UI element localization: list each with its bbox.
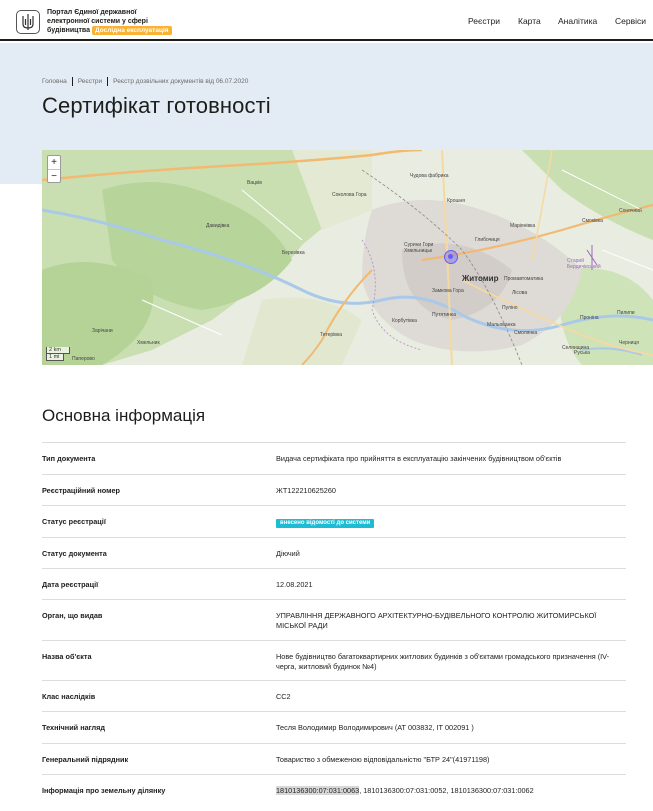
map-label: Смоківка — [582, 218, 603, 224]
info-key: Орган, що видав — [42, 611, 103, 620]
info-row-registration-number: Реєстраційний номер ЖТ122210625260 — [42, 474, 626, 505]
info-key: Реєстраційний номер — [42, 486, 121, 495]
info-key: Інформація про земельну ділянку — [42, 786, 166, 795]
portal-title-line1: Портал Єдиної державної — [47, 9, 137, 16]
map-label: Соколова Гора — [332, 192, 367, 198]
map-tiles — [42, 150, 653, 365]
info-row-document-type: Тип документа Видача сертифіката про при… — [42, 442, 626, 474]
breadcrumb: Головна Реєстри Реєстр дозвільних докуме… — [42, 77, 248, 86]
breadcrumb-current[interactable]: Реєстр дозвільних документів від 06.07.2… — [113, 78, 248, 85]
info-row-registration-date: Дата реєстрації 12.08.2021 — [42, 568, 626, 599]
info-key: Генеральний підрядник — [42, 755, 129, 764]
info-row-object-name: Назва об'єкта Нове будівництво багатоква… — [42, 640, 626, 680]
info-value: Діючий — [276, 549, 300, 558]
trident-logo-icon[interactable] — [16, 10, 40, 34]
nav-registries[interactable]: Реєстри — [468, 16, 500, 26]
info-value: 12.08.2021 — [276, 580, 313, 589]
info-key: Статус документа — [42, 549, 107, 558]
nav-services[interactable]: Сервіси — [615, 16, 646, 26]
map-label: Сурини Гори Хмельницьк — [404, 242, 434, 254]
map-label: Сонячний — [619, 208, 642, 214]
zoom-in-button[interactable]: + — [48, 156, 60, 169]
zoom-out-button[interactable]: − — [48, 169, 60, 182]
info-row-technical-supervision: Технічний нагляд Тесля Володимир Володим… — [42, 711, 626, 743]
status-badge: внесено відомості до системи — [276, 519, 375, 528]
info-value-wrap: внесено відомості до системи — [276, 517, 626, 528]
map-label: Березівка — [282, 250, 305, 256]
cadastral-numbers-rest: , 1810136300:07:031:0052, 1810136300:07:… — [359, 786, 534, 795]
info-value: Тесля Володимир Володимирович (АТ 003832… — [276, 723, 474, 732]
beta-badge: Дослідна експлуатація — [92, 26, 172, 35]
map-label: Паперово — [72, 356, 95, 362]
map-scale: 2 km 1 mi — [46, 347, 70, 361]
info-table: Тип документа Видача сертифіката про при… — [42, 442, 626, 806]
info-row-land-plot: Інформація про земельну ділянку 18101363… — [42, 774, 626, 806]
map-label: Пилипи — [617, 310, 635, 316]
info-value: СС2 — [276, 692, 291, 701]
map-label: Старий Бердичівський — [567, 258, 601, 270]
map-label: Хмельник — [137, 340, 160, 346]
map-label: Крошня — [447, 198, 465, 204]
map-label: Глибочиця — [475, 237, 500, 243]
info-row-registration-status: Статус реєстрації внесено відомості до с… — [42, 505, 626, 537]
breadcrumb-home[interactable]: Головна — [42, 78, 67, 85]
info-value: Товариство з обмеженою відповідальністю … — [276, 755, 490, 764]
location-marker-icon[interactable] — [444, 250, 458, 264]
portal-title-line2: електронної системи у сфері — [47, 18, 148, 25]
map-label: Путятинка — [432, 312, 457, 318]
info-row-document-status: Статус документа Діючий — [42, 537, 626, 568]
map-label: Давидівка — [206, 223, 230, 229]
info-key: Статус реєстрації — [42, 517, 106, 526]
site-header: Портал Єдиної державної електронної сист… — [0, 0, 653, 41]
map-label: Маріянівка — [510, 223, 536, 229]
map-label: Проніна — [580, 315, 599, 321]
map-label: Вацків — [247, 180, 262, 186]
info-row-issuing-authority: Орган, що видав УПРАВЛІННЯ ДЕРЖАВНОГО АР… — [42, 599, 626, 640]
map-label: Корбутівка — [392, 318, 417, 324]
map-label: Смолянка — [514, 330, 538, 336]
scale-mi: 1 mi — [46, 354, 64, 361]
info-key: Тип документа — [42, 454, 96, 463]
breadcrumb-separator — [107, 77, 109, 86]
portal-title[interactable]: Портал Єдиної державної електронної сист… — [47, 8, 197, 35]
map-label: Черниця — [619, 340, 640, 346]
map-label: Промавтоматика — [504, 276, 544, 282]
map-label: Лісова — [512, 290, 528, 296]
info-row-general-contractor: Генеральний підрядник Товариство з обмеж… — [42, 743, 626, 774]
breadcrumb-separator — [71, 77, 73, 86]
info-value: ЖТ122210625260 — [276, 486, 336, 495]
section-title-main-info: Основна інформація — [42, 406, 206, 425]
info-key: Назва об'єкта — [42, 652, 92, 661]
info-key: Клас наслідків — [42, 692, 96, 701]
info-key: Технічний нагляд — [42, 723, 106, 732]
info-row-consequence-class: Клас наслідків СС2 — [42, 680, 626, 711]
map-label: Чудова фабрика — [410, 173, 449, 179]
info-value-wrap: 1810136300:07:031:0063, 1810136300:07:03… — [276, 786, 626, 796]
location-map[interactable]: Соколова Гора Крошня Чудова фабрика Смок… — [42, 150, 653, 365]
info-value: УПРАВЛІННЯ ДЕРЖАВНОГО АРХІТЕКТУРНО-БУДІВ… — [276, 611, 597, 630]
scale-km: 2 km — [46, 347, 70, 354]
portal-title-line3: будівництва — [47, 27, 91, 34]
map-label: Мальованка — [487, 322, 516, 328]
map-label: Руська — [574, 350, 590, 356]
cadastral-number-highlighted[interactable]: 1810136300:07:031:0063 — [276, 786, 360, 795]
map-label: Тетерівка — [320, 332, 343, 338]
map-label: Зарічани — [92, 328, 113, 334]
zoom-control: + − — [47, 155, 61, 183]
map-label: Пуліно — [502, 305, 518, 311]
info-key: Дата реєстрації — [42, 580, 99, 589]
nav-analytics[interactable]: Аналітика — [558, 16, 597, 26]
page-title: Сертифікат готовності — [42, 93, 271, 118]
map-city-label: Житомир — [462, 274, 499, 283]
map-label: Замкова Гора — [432, 288, 464, 294]
nav-map[interactable]: Карта — [518, 16, 541, 26]
breadcrumb-registries[interactable]: Реєстри — [78, 78, 102, 85]
info-value: Видача сертифіката про прийняття в експл… — [276, 454, 562, 463]
info-value: Нове будівництво багатоквартирних житлов… — [276, 652, 610, 671]
